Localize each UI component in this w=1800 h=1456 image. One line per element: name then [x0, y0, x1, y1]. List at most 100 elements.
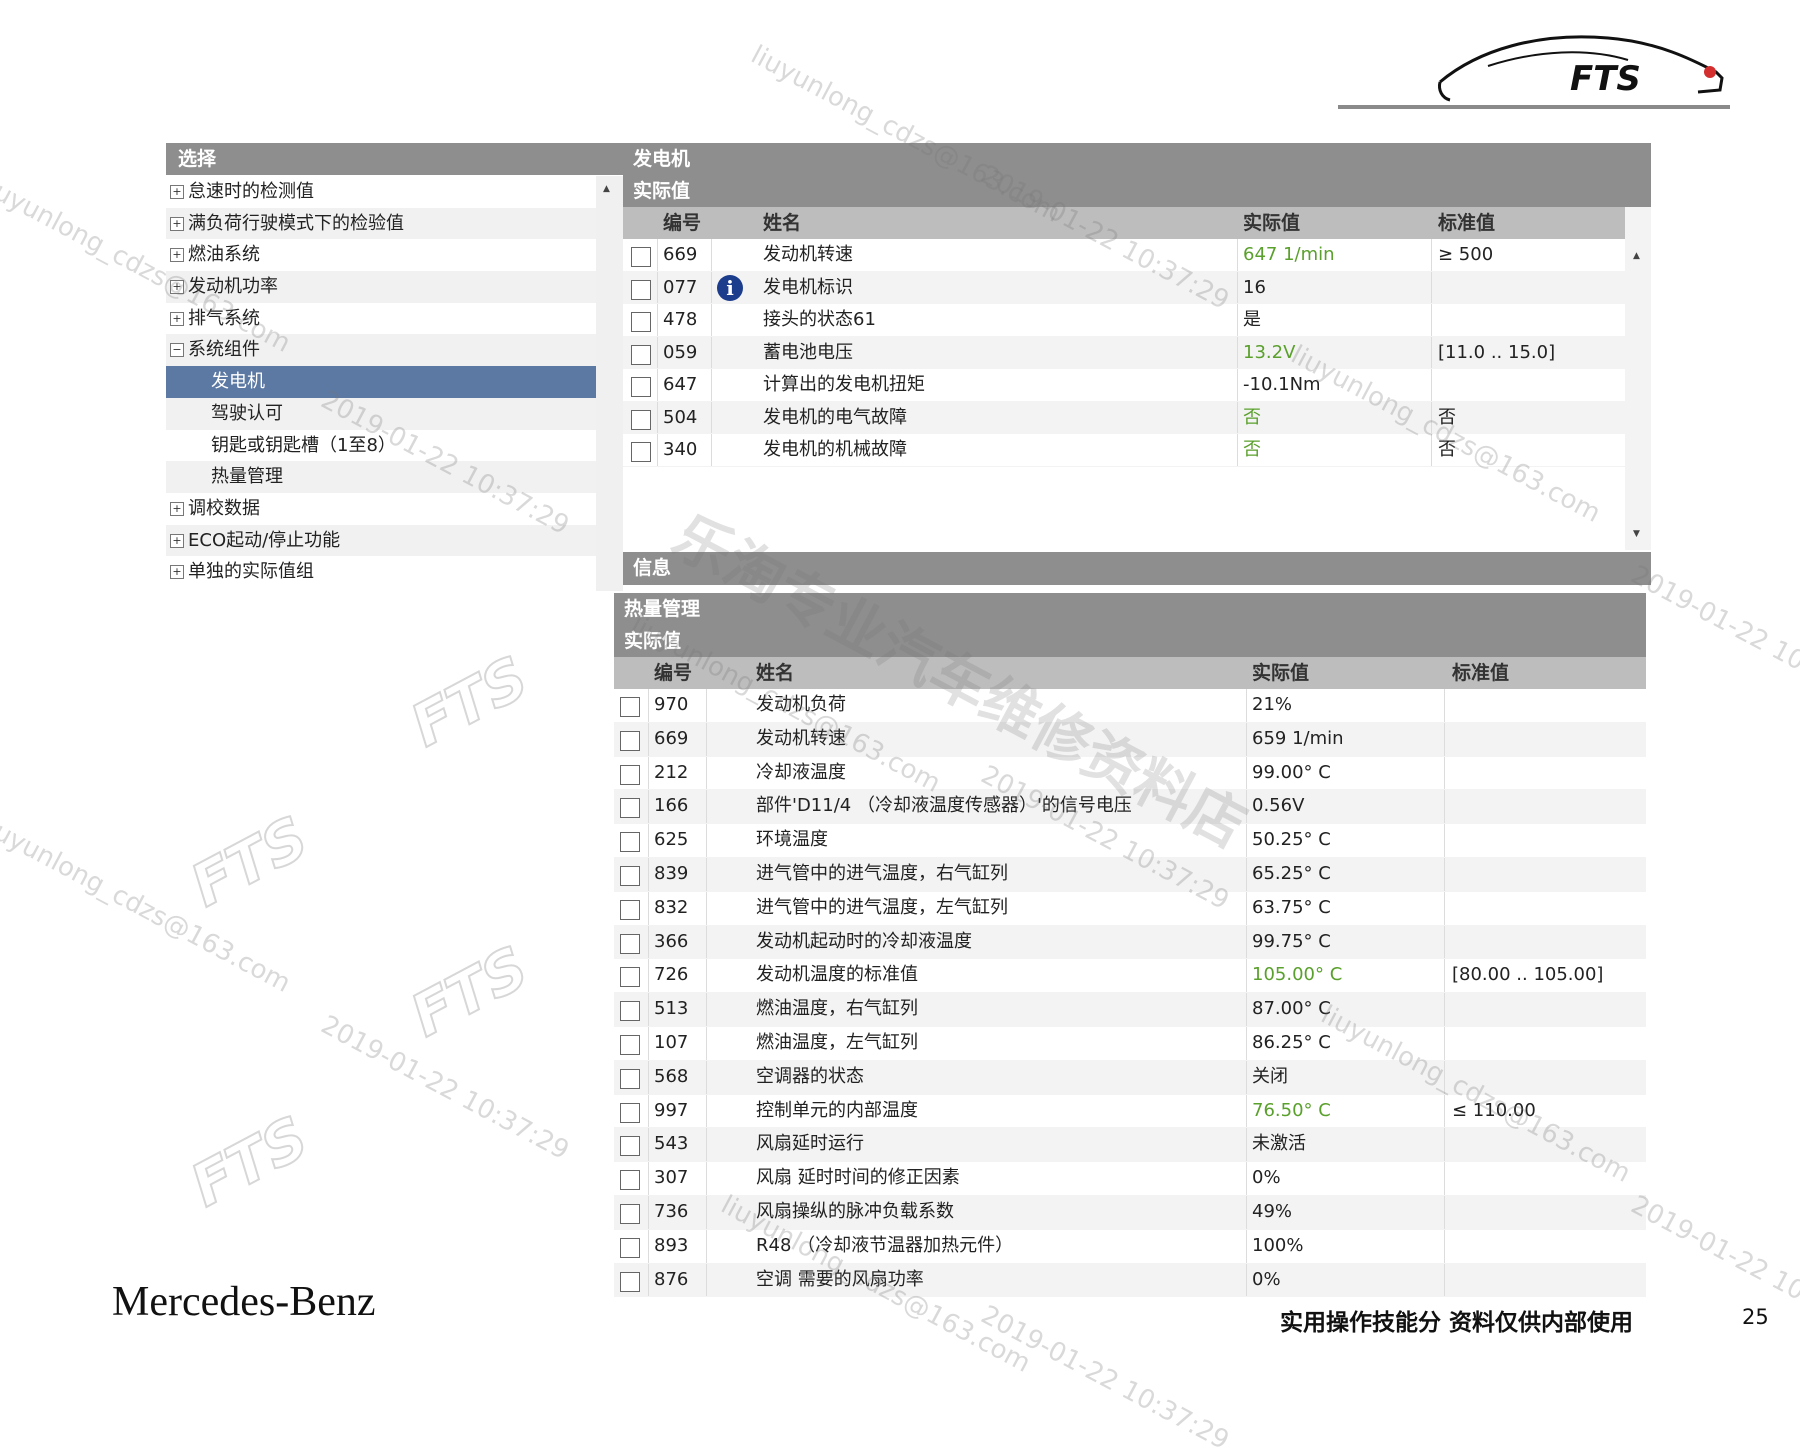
- table-row[interactable]: 893 R48 （冷却液节温器加热元件） 100%: [614, 1229, 1646, 1264]
- row-checkbox[interactable]: [620, 1203, 640, 1224]
- row-checkbox[interactable]: [620, 865, 640, 886]
- row-checkbox[interactable]: [620, 933, 640, 954]
- row-checkbox[interactable]: [631, 377, 651, 397]
- table-row[interactable]: 736 风扇操纵的脉冲负载系数 49%: [614, 1195, 1646, 1230]
- table-row[interactable]: 669 发动机转速 659 1/min: [614, 722, 1646, 757]
- column-divider: [1246, 1229, 1247, 1263]
- tree-item[interactable]: + 满负荷行驶模式下的检验值: [166, 207, 596, 240]
- table-row[interactable]: 839 进气管中的进气温度，右气缸列 65.25° C: [614, 857, 1646, 892]
- cell-id: 647: [663, 374, 698, 395]
- watermark-fts: FTS: [179, 1102, 320, 1221]
- tree-item[interactable]: + 调校数据: [166, 493, 596, 525]
- tree-scrollbar[interactable]: ▲: [596, 176, 623, 591]
- row-checkbox[interactable]: [620, 1102, 640, 1123]
- row-checkbox[interactable]: [620, 798, 640, 819]
- tree-item[interactable]: + 燃油系统: [166, 239, 596, 271]
- tree-item[interactable]: 发电机: [166, 366, 596, 398]
- table-row[interactable]: 568 空调器的状态 关闭: [614, 1060, 1646, 1095]
- column-divider: [706, 993, 707, 1026]
- scroll-down-icon[interactable]: ▼: [1633, 529, 1640, 539]
- expand-icon[interactable]: +: [170, 280, 184, 295]
- expand-icon[interactable]: +: [170, 565, 184, 580]
- expand-icon[interactable]: +: [170, 248, 184, 263]
- expand-icon[interactable]: +: [170, 533, 184, 548]
- tree-item-label: 单独的实际值组: [188, 561, 314, 583]
- row-checkbox[interactable]: [620, 1271, 640, 1292]
- cell-name: 发动机转速: [756, 727, 846, 749]
- column-divider: [1431, 434, 1432, 466]
- row-checkbox[interactable]: [620, 1237, 640, 1258]
- table-row[interactable]: 647 计算出的发电机扭矩 -10.1Nm: [623, 369, 1625, 402]
- tree-item[interactable]: − 系统组件: [166, 334, 596, 367]
- info-icon[interactable]: i: [717, 274, 743, 301]
- row-checkbox[interactable]: [631, 312, 651, 332]
- watermark-fts: FTS: [179, 802, 320, 921]
- expand-icon[interactable]: +: [170, 311, 184, 326]
- row-checkbox[interactable]: [620, 832, 640, 853]
- tree-item[interactable]: 热量管理: [166, 461, 596, 493]
- row-checkbox[interactable]: [620, 1001, 640, 1022]
- cell-name: R48 （冷却液节温器加热元件）: [756, 1234, 1014, 1256]
- cell-name: 发动机温度的标准值: [756, 964, 918, 986]
- row-checkbox[interactable]: [631, 409, 651, 430]
- table-row[interactable]: 970 发动机负荷 21%: [614, 689, 1646, 723]
- row-checkbox[interactable]: [620, 764, 640, 785]
- table-row[interactable]: 543 风扇延时运行 未激活: [614, 1128, 1646, 1163]
- row-checkbox[interactable]: [620, 967, 640, 988]
- column-divider: [1444, 925, 1445, 959]
- table-row[interactable]: 997 控制单元的内部温度 76.50° C ≤ 110.00: [614, 1094, 1646, 1129]
- tree-item[interactable]: 钥匙或钥匙槽（1至8）: [166, 430, 596, 462]
- footer-note: 实用操作技能分 资料仅供内部使用: [1280, 1310, 1634, 1336]
- tree-item[interactable]: + 发动机功率: [166, 271, 596, 303]
- tree-item[interactable]: + 怠速时的检测值: [166, 176, 596, 208]
- logo-underline: [1338, 105, 1730, 109]
- scroll-up-icon[interactable]: ▲: [1633, 251, 1640, 261]
- row-checkbox[interactable]: [631, 442, 651, 462]
- expand-icon[interactable]: +: [170, 216, 184, 231]
- table-row[interactable]: 366 发动机起动时的冷却液温度 99.75° C: [614, 925, 1646, 960]
- row-checkbox[interactable]: [620, 1136, 640, 1157]
- table-row[interactable]: 625 环境温度 50.25° C: [614, 824, 1646, 858]
- table-row[interactable]: 669 发动机转速 647 1/min ≥ 500: [623, 239, 1625, 272]
- table-row[interactable]: 059 蓄电池电压 13.2V [11.0 .. 15.0]: [623, 336, 1625, 369]
- tree-item[interactable]: + 排气系统: [166, 303, 596, 335]
- table-row[interactable]: 340 发电机的机械故障 否 否: [623, 434, 1625, 467]
- table-row[interactable]: 212 冷却液温度 99.00° C: [614, 756, 1646, 791]
- column-divider: [706, 1195, 707, 1229]
- column-divider: [1246, 1162, 1247, 1195]
- row-checkbox[interactable]: [620, 1068, 640, 1089]
- table-row[interactable]: 478 接头的状态61 是: [623, 304, 1625, 337]
- row-checkbox[interactable]: [620, 1170, 640, 1191]
- table-row[interactable]: 513 燃油温度，右气缸列 87.00° C: [614, 993, 1646, 1027]
- table-row[interactable]: i 077 发电机标识 16: [623, 271, 1625, 304]
- row-checkbox[interactable]: [631, 279, 651, 300]
- cell-name: 部件'D11/4 （冷却液温度传感器）'的信号电压: [756, 795, 1132, 817]
- expand-icon[interactable]: +: [170, 501, 184, 516]
- column-divider: [1444, 1162, 1445, 1195]
- table-row[interactable]: 504 发电机的电气故障 否 否: [623, 401, 1625, 434]
- table-row[interactable]: 307 风扇 延时时间的修正因素 0%: [614, 1162, 1646, 1196]
- table-row[interactable]: 832 进气管中的进气温度，左气缸列 63.75° C: [614, 891, 1646, 926]
- table-row[interactable]: 166 部件'D11/4 （冷却液温度传感器）'的信号电压 0.56V: [614, 790, 1646, 825]
- row-checkbox[interactable]: [620, 1034, 640, 1055]
- row-checkbox[interactable]: [631, 344, 651, 365]
- row-checkbox[interactable]: [620, 697, 640, 717]
- row-checkbox[interactable]: [620, 899, 640, 920]
- collapse-icon[interactable]: −: [170, 343, 184, 358]
- scroll-up-icon[interactable]: ▲: [603, 184, 610, 194]
- column-divider: [1431, 304, 1432, 336]
- table-row[interactable]: 107 燃油温度，左气缸列 86.25° C: [614, 1026, 1646, 1061]
- expand-icon[interactable]: +: [170, 185, 184, 199]
- row-checkbox[interactable]: [620, 730, 640, 751]
- tree-item[interactable]: 驾驶认可: [166, 397, 596, 430]
- cell-id: 059: [663, 341, 698, 363]
- generator-scrollbar[interactable]: ▲ ▼: [1625, 207, 1651, 550]
- tree-item[interactable]: + ECO起动/停止功能: [166, 524, 596, 557]
- table-row[interactable]: 876 空调 需要的风扇功率 0%: [614, 1263, 1646, 1298]
- column-divider: [1246, 857, 1247, 891]
- table-row[interactable]: 726 发动机温度的标准值 105.00° C [80.00 .. 105.00]: [614, 959, 1646, 994]
- row-checkbox[interactable]: [631, 247, 651, 267]
- cell-id: 839: [654, 862, 689, 884]
- tree-item[interactable]: + 单独的实际值组: [166, 556, 596, 588]
- column-divider: [1431, 271, 1432, 303]
